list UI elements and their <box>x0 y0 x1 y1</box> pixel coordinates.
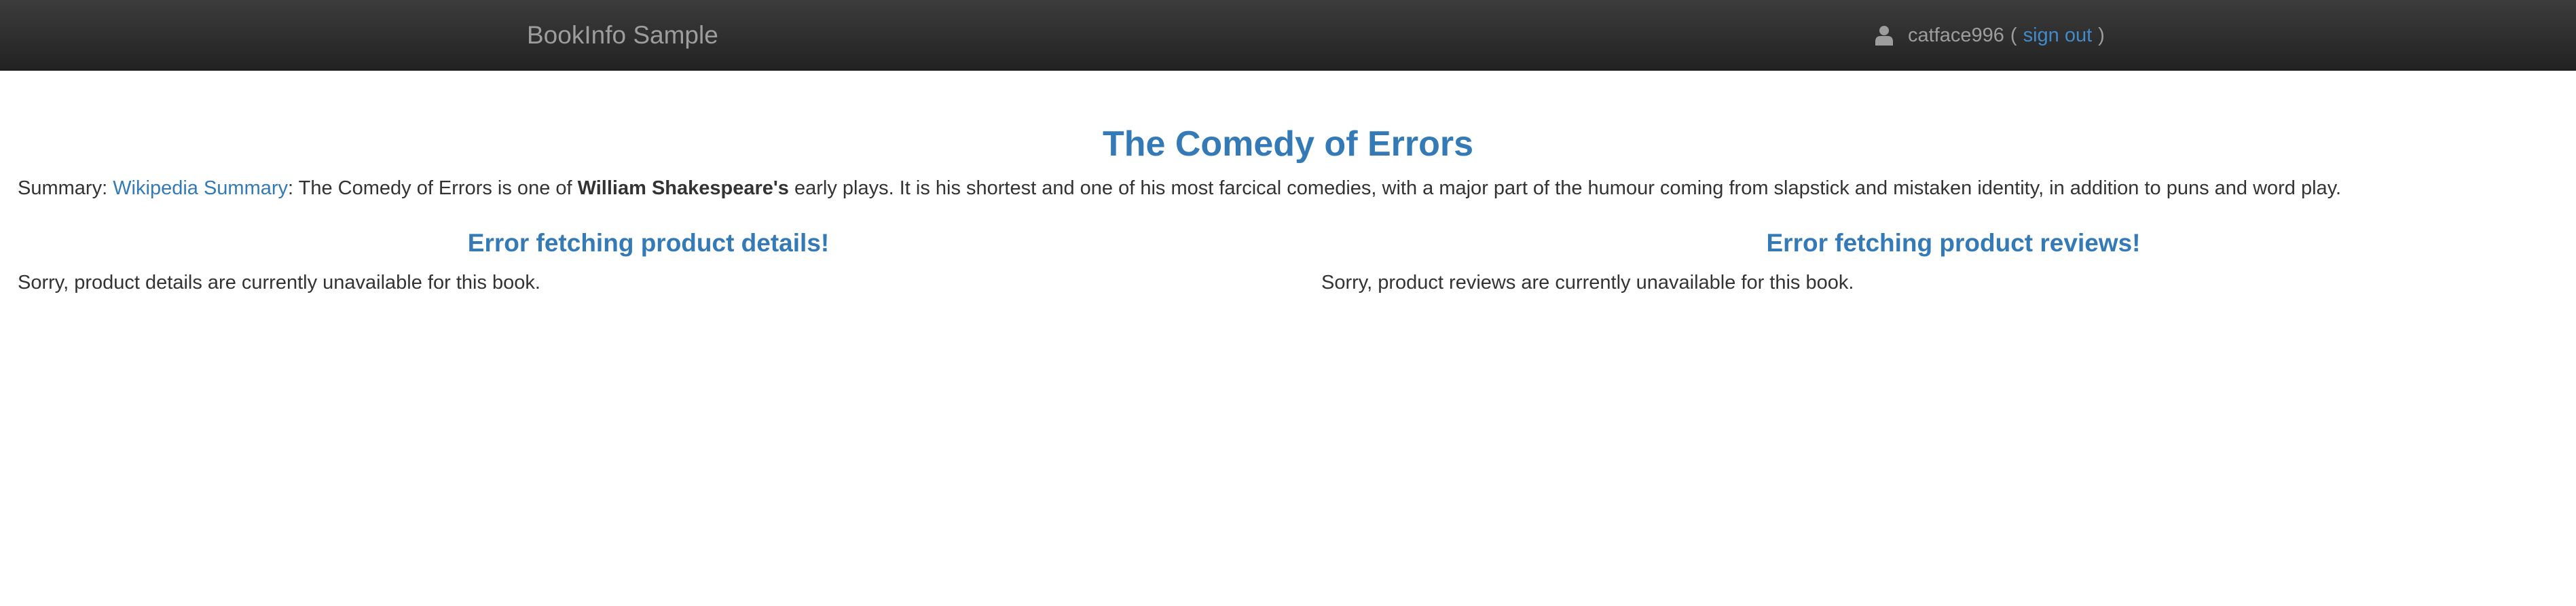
top-navbar: BookInfo Sample catface996 ( sign out ) <box>0 0 2576 71</box>
summary-author: William Shakespeare's <box>577 177 789 199</box>
user-icon <box>1875 26 1893 46</box>
details-error-message: Sorry, product details are currently una… <box>18 272 540 293</box>
book-title: The Comedy of Errors <box>1102 124 1474 164</box>
username: catface996 <box>1908 24 2004 46</box>
details-error-heading: Error fetching product details! <box>467 229 830 257</box>
user-info: catface996 ( sign out ) <box>1875 20 2105 50</box>
summary-prefix: Summary: <box>18 177 113 199</box>
wikipedia-summary-link[interactable]: Wikipedia Summary <box>113 177 288 199</box>
reviews-error-message: Sorry, product reviews are currently una… <box>1321 272 1854 293</box>
open-paren: ( <box>2010 24 2017 46</box>
reviews-error-heading: Error fetching product reviews! <box>1766 229 2141 257</box>
sign-out-link[interactable]: sign out <box>2023 24 2093 47</box>
summary-text-1: : The Comedy of Errors is one of <box>288 177 578 199</box>
navbar-brand-link[interactable]: BookInfo Sample <box>527 19 718 52</box>
book-summary: Summary: Wikipedia Summary: The Comedy o… <box>18 174 2557 202</box>
summary-text-2: early plays. It is his shortest and one … <box>788 177 2342 199</box>
close-paren: ) <box>2098 24 2105 46</box>
